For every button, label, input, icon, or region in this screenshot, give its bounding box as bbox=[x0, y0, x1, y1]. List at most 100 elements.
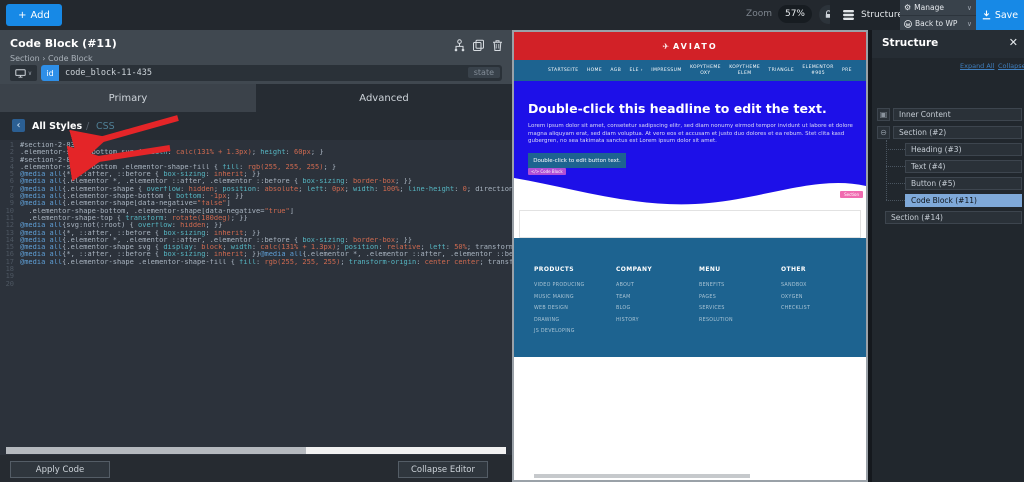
panel-tabs: Primary Advanced bbox=[0, 84, 512, 112]
footer-column: COMPANYABOUTTEAMBLOGHISTORY bbox=[616, 266, 652, 329]
back-icon[interactable]: ‹ bbox=[12, 119, 25, 132]
element-properties-panel: Code Block (#11) Section › Code Block bbox=[0, 30, 512, 482]
zoom-value[interactable]: 57% bbox=[778, 5, 812, 23]
apply-code-button[interactable]: Apply Code bbox=[10, 461, 110, 478]
footer-link[interactable]: WEB DESIGN bbox=[534, 306, 585, 311]
code-line[interactable]: 18 bbox=[0, 266, 512, 273]
nav-item[interactable]: STARTSEITE bbox=[548, 68, 579, 74]
footer-link[interactable]: TEAM bbox=[616, 295, 652, 300]
footer-link[interactable]: PAGES bbox=[699, 295, 733, 300]
editor-horizontal-scrollbar[interactable] bbox=[6, 447, 506, 454]
code-line[interactable]: 14@media all{.elementor *, .elementor ::… bbox=[0, 237, 512, 244]
preview-scrollbar[interactable] bbox=[534, 474, 750, 478]
line-number: 7 bbox=[0, 186, 14, 193]
preview-hero-section: Double-click this headline to edit the t… bbox=[514, 81, 866, 210]
collapse-editor-button[interactable]: Collapse Editor bbox=[398, 461, 488, 478]
class-tree-icon[interactable] bbox=[453, 39, 466, 52]
line-number: 2 bbox=[0, 149, 14, 156]
nav-item[interactable]: AGB bbox=[610, 68, 621, 74]
code-line[interactable]: 15@media all{.elementor-shape svg { disp… bbox=[0, 244, 512, 251]
hero-headline[interactable]: Double-click this headline to edit the t… bbox=[528, 101, 858, 116]
nav-item[interactable]: TRIANGLE bbox=[768, 68, 794, 74]
device-selector[interactable]: ∨ bbox=[10, 65, 37, 81]
code-line[interactable]: 17@media all{.elementor-shape .elementor… bbox=[0, 259, 512, 266]
hero-paragraph[interactable]: Lorem ipsum dolor sit amet, consetetur s… bbox=[528, 123, 858, 146]
structure-tree-item-button-5[interactable]: Button (#5) bbox=[905, 177, 1022, 190]
code-line[interactable]: 5@media all{*, ::after, ::before { box-s… bbox=[0, 171, 512, 178]
footer-link[interactable]: RESOLUTION bbox=[699, 318, 733, 323]
css-tab-label[interactable]: CSS bbox=[96, 121, 115, 132]
code-line[interactable]: 11 .elementor-shape-top { transform: rot… bbox=[0, 215, 512, 222]
code-line[interactable]: 6@media all{.elementor *, .elementor ::a… bbox=[0, 178, 512, 185]
structure-tree-item-heading-3[interactable]: Heading (#3) bbox=[905, 143, 1022, 156]
footer-link[interactable]: HISTORY bbox=[616, 318, 652, 323]
structure-links-row: Expand All Collapse All bbox=[872, 60, 1024, 72]
nav-item[interactable]: KOPYTHEMEELEM bbox=[729, 65, 760, 76]
footer-link[interactable]: MUSIC MAKING bbox=[534, 295, 585, 300]
nav-item[interactable]: KOPYTHEMEOXY bbox=[690, 65, 721, 76]
nav-item[interactable]: ELEMENTOR#905 bbox=[802, 65, 833, 76]
code-line[interactable]: 19 bbox=[0, 273, 512, 280]
footer-link[interactable]: DRAWING bbox=[534, 318, 585, 323]
nav-item[interactable]: PRE bbox=[842, 68, 852, 74]
line-number: 19 bbox=[0, 273, 14, 280]
structure-toggle-button[interactable]: Structure bbox=[836, 0, 909, 30]
scrollbar-thumb[interactable] bbox=[6, 447, 306, 454]
structure-tree-item-text-4[interactable]: Text (#4) bbox=[905, 160, 1022, 173]
element-id-input[interactable]: code_block-11-435 bbox=[59, 65, 502, 81]
site-logo[interactable]: AVIATO bbox=[673, 42, 718, 51]
collapse-icon[interactable]: ⊖ bbox=[877, 126, 890, 139]
line-number: 9 bbox=[0, 200, 14, 207]
line-number: 20 bbox=[0, 281, 14, 288]
all-styles-label[interactable]: All Styles bbox=[32, 121, 82, 132]
preview-empty-section[interactable] bbox=[519, 210, 861, 238]
structure-panel: Structure ✕ Expand All Collapse All ▣Inn… bbox=[872, 30, 1024, 482]
tab-advanced[interactable]: Advanced bbox=[256, 84, 512, 112]
footer-link[interactable]: VIDEO PRODUCING bbox=[534, 283, 585, 288]
code-line[interactable]: 7@media all{.elementor-shape { overflow:… bbox=[0, 186, 512, 193]
code-line[interactable]: 2.elementor-shape-bottom svg { width: ca… bbox=[0, 149, 512, 156]
code-line[interactable]: 3#section-2-835 bbox=[0, 157, 512, 164]
code-line[interactable]: 13@media all{*, ::after, ::before { box-… bbox=[0, 230, 512, 237]
structure-tree-item-section-14[interactable]: Section (#14) bbox=[885, 211, 1022, 224]
footer-link[interactable]: BENEFITS bbox=[699, 283, 733, 288]
expand-all-link[interactable]: Expand All bbox=[960, 62, 994, 70]
footer-column: MENUBENEFITSPAGESSERVICESRESOLUTION bbox=[699, 266, 733, 329]
footer-link[interactable]: ABOUT bbox=[616, 283, 652, 288]
footer-link[interactable]: SERVICES bbox=[699, 306, 733, 311]
nav-item[interactable]: ELE › bbox=[630, 68, 643, 74]
save-button[interactable]: Save bbox=[976, 0, 1024, 30]
code-line[interactable]: 8@media all{.elementor-shape-bottom { bo… bbox=[0, 193, 512, 200]
structure-tree-item-code-block-11[interactable]: Code Block (#11) bbox=[905, 194, 1022, 207]
manage-button[interactable]: ⚙ Manage ∨ bbox=[900, 0, 976, 15]
chevron-down-icon: ∨ bbox=[28, 70, 32, 77]
back-to-wp-button[interactable]: Back to WP ∨ bbox=[900, 16, 976, 31]
duplicate-icon[interactable] bbox=[472, 39, 485, 52]
footer-link[interactable]: JS DEVELOPING bbox=[534, 329, 585, 334]
add-button[interactable]: + Add bbox=[6, 4, 62, 26]
css-code-editor[interactable]: 1#section-2-8352.elementor-shape-bottom … bbox=[0, 140, 512, 447]
gear-icon: ⚙ bbox=[904, 3, 911, 12]
footer-link[interactable]: SANDBOX bbox=[781, 283, 810, 288]
nav-item[interactable]: HOME bbox=[587, 68, 602, 74]
trash-icon[interactable] bbox=[491, 39, 504, 52]
footer-link[interactable]: BLOG bbox=[616, 306, 652, 311]
hero-button[interactable]: Double-click to edit button text. bbox=[528, 153, 626, 168]
tab-primary[interactable]: Primary bbox=[0, 84, 256, 112]
code-line[interactable]: 20 bbox=[0, 281, 512, 288]
code-line[interactable]: 4.elementor-shape-bottom .elementor-shap… bbox=[0, 164, 512, 171]
structure-tree-item-section-2[interactable]: Section (#2) bbox=[893, 126, 1022, 139]
code-line[interactable]: 1#section-2-835 bbox=[0, 142, 512, 149]
structure-tree-item-inner-content[interactable]: Inner Content bbox=[893, 108, 1022, 121]
state-button[interactable]: state bbox=[468, 67, 500, 78]
code-line[interactable]: 9@media all{.elementor-shape[data-negati… bbox=[0, 200, 512, 207]
code-line[interactable]: 16@media all{*, ::after, ::before { box-… bbox=[0, 251, 512, 258]
collapse-all-link[interactable]: Collapse All bbox=[998, 62, 1024, 70]
code-line[interactable]: 12@media all{svg:not(:root) { overflow: … bbox=[0, 222, 512, 229]
nav-item[interactable]: IMPRESSUM bbox=[651, 68, 681, 74]
footer-link[interactable]: CHECKLIST bbox=[781, 306, 810, 311]
code-line[interactable]: 10 .elementor-shape-bottom, .elementor-s… bbox=[0, 208, 512, 215]
footer-link[interactable]: OXYGEN bbox=[781, 295, 810, 300]
close-icon[interactable]: ✕ bbox=[1009, 36, 1018, 49]
chevron-down-icon: ∨ bbox=[967, 20, 972, 28]
